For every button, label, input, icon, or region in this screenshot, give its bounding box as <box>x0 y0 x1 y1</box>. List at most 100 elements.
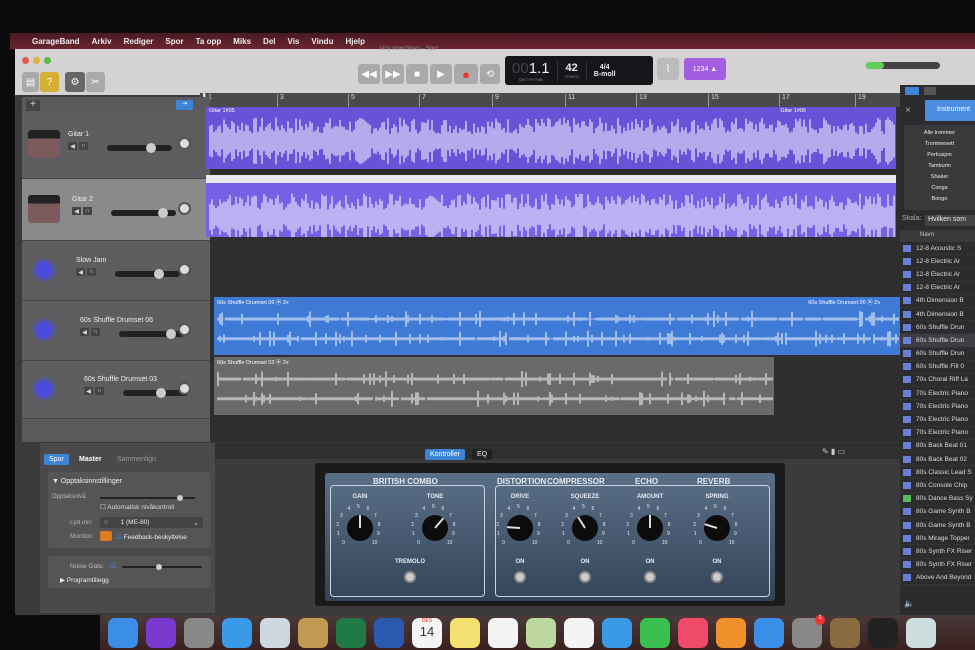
loop-item[interactable]: 80s Game Synth B <box>900 519 975 533</box>
mute-icon[interactable]: ◀ <box>72 207 81 215</box>
volume-thumb[interactable] <box>165 329 176 339</box>
loop-item[interactable]: 80s Console Chip <box>900 479 975 493</box>
recording-settings-header[interactable]: ▼ Opptaksinnstillinger <box>52 478 122 485</box>
name-column-header[interactable]: Navn <box>900 230 975 242</box>
launchpad-icon[interactable] <box>184 617 214 648</box>
spring-knob[interactable] <box>704 515 730 541</box>
loop-item[interactable]: 80s Mirage Topper <box>900 532 975 546</box>
add-track-button[interactable]: + <box>26 100 40 111</box>
excel-icon[interactable] <box>336 617 366 648</box>
volume-slider[interactable] <box>119 329 184 339</box>
noise-gate-checkbox[interactable]: ☑ <box>110 562 116 570</box>
region[interactable]: 60s Shuffle Drumset 06 ⦿ 2x 60s Shuffle D… <box>214 297 900 355</box>
compressor-switch[interactable] <box>579 571 591 583</box>
loop-item[interactable]: 4th Dimension B <box>900 308 975 322</box>
loop-item[interactable]: 80s Dance Bass Sy <box>900 493 975 506</box>
garageband-icon[interactable] <box>830 617 860 648</box>
loop-item[interactable]: 70s Electric Piano <box>900 427 975 440</box>
stop-button[interactable]: ■ <box>406 64 428 84</box>
category-item[interactable]: Conga <box>904 183 975 194</box>
amount-knob[interactable] <box>637 515 663 541</box>
loop-item[interactable]: 12-8 Electric Ar <box>900 255 975 269</box>
play-button[interactable]: ▶ <box>430 64 452 84</box>
cycle-button[interactable]: ⟲ <box>480 64 500 84</box>
loop-item[interactable]: Above And Beyond <box>900 572 975 585</box>
menu-rediger[interactable]: Rediger <box>124 37 154 46</box>
loop-item[interactable]: 4th Dimension B <box>900 295 975 308</box>
category-item[interactable]: Shaker <box>904 172 975 183</box>
tremolo-switch[interactable] <box>404 571 416 583</box>
ruler[interactable]: 135791113151719 <box>200 93 900 107</box>
loop-item[interactable]: 12-8 Electric Ar <box>900 268 975 282</box>
scale-select[interactable]: Hvilken som <box>925 215 975 226</box>
loop-item[interactable]: 80s Back Beat 01 <box>900 440 975 453</box>
library-button[interactable]: ▤ <box>22 72 39 92</box>
track-header[interactable]: 60s Shuffle Drumset 06 ◀ ∩ <box>22 301 210 361</box>
books-icon[interactable] <box>716 617 746 648</box>
category-item[interactable]: Tamburin <box>904 161 975 172</box>
record-button[interactable]: ● <box>454 64 478 84</box>
loop-item[interactable]: 70s Electric Piano <box>900 413 975 427</box>
volume-slider[interactable] <box>115 269 180 279</box>
gain-knob[interactable] <box>347 515 373 541</box>
safari-icon[interactable] <box>222 617 252 648</box>
instrument-filter-button[interactable]: Instrument <box>925 100 975 121</box>
loop-item[interactable]: 60s Shuffle Fill 0 <box>900 361 975 374</box>
category-item[interactable]: Bongo <box>904 194 975 205</box>
pan-knob[interactable] <box>178 263 191 276</box>
speaker-icon[interactable]: 🔈 <box>904 599 914 608</box>
loop-item[interactable]: 60s Shuffle Drun <box>900 321 975 335</box>
menu-garageband[interactable]: GarageBand <box>32 37 80 46</box>
category-item[interactable]: Trommesett <box>904 139 975 150</box>
loop-item[interactable]: 80s Classic Lead S <box>900 466 975 480</box>
tab-kontroller[interactable]: Kontroller <box>425 449 465 460</box>
menu-spor[interactable]: Spor <box>165 37 183 46</box>
mute-icon[interactable]: ◀ <box>76 268 85 276</box>
tone-knob[interactable] <box>422 515 448 541</box>
preview-icon[interactable] <box>260 617 290 648</box>
noise-gate-slider[interactable] <box>122 564 202 570</box>
region[interactable]: Gitar 1#05 Gitar 1#05 <box>206 107 896 169</box>
tuner-button[interactable]: ⌇ <box>657 58 679 80</box>
close-window-button[interactable] <box>22 57 29 64</box>
master-volume-slider[interactable] <box>866 62 940 69</box>
catch-playhead-button[interactable]: ⇥ <box>176 100 193 110</box>
loop-item[interactable]: 60s Shuffle Drun <box>900 334 975 348</box>
tab-eq[interactable]: EQ <box>472 449 493 460</box>
pan-knob[interactable] <box>178 202 191 215</box>
track-header[interactable]: Gitar 1 ◀ ∩ <box>22 111 210 179</box>
photos-icon[interactable] <box>564 617 594 648</box>
system-preferences-icon[interactable]: 1 <box>792 614 825 648</box>
menu-vis[interactable]: Vis <box>288 37 300 46</box>
tab-master[interactable]: Master <box>74 454 107 465</box>
category-item[interactable]: Alle trommer <box>904 128 975 139</box>
reminders-icon[interactable] <box>488 617 518 648</box>
pan-knob[interactable] <box>178 137 191 150</box>
loop-item[interactable]: 80s Game Synth B <box>900 506 975 519</box>
volume-thumb[interactable] <box>156 388 166 398</box>
edit-icons[interactable]: ✎ ▮ ▭ <box>822 447 845 456</box>
calendar-icon[interactable]: DES 14 <box>412 617 442 648</box>
loop-item[interactable]: 80s Synth FX Riser <box>900 559 975 572</box>
loop-item[interactable]: 70s Electric Piano <box>900 400 975 414</box>
menu-ta-opp[interactable]: Ta opp <box>196 37 222 46</box>
volume-thumb[interactable] <box>153 269 164 279</box>
category-item[interactable]: Perkusjon <box>904 150 975 161</box>
loop-item[interactable]: 80s Synth FX Riser <box>900 545 975 559</box>
drive-knob[interactable] <box>506 515 533 541</box>
column-view-button[interactable] <box>924 87 936 95</box>
headphones-icon[interactable]: ∩ <box>83 207 92 215</box>
menu-del[interactable]: Del <box>263 37 275 46</box>
loop-item[interactable]: 70s Choral Riff La <box>900 374 975 388</box>
menu-arkiv[interactable]: Arkiv <box>92 37 112 46</box>
region[interactable]: Gitar 2#05 Gitar 2#05 <box>206 175 896 237</box>
volume-thumb[interactable] <box>145 143 156 153</box>
image-capture-icon[interactable] <box>906 617 936 648</box>
feedback-checkbox[interactable]: ☑ Feedback-beskyttelse <box>116 533 187 541</box>
track-header[interactable]: 60s Shuffle Drumset 03 ◀ ∩ <box>22 361 210 419</box>
forward-button[interactable]: ▶▶ <box>382 64 404 84</box>
squeeze-knob[interactable] <box>572 515 598 541</box>
headphones-icon[interactable]: ∩ <box>87 268 96 276</box>
recording-level-slider[interactable] <box>100 495 195 501</box>
rewind-button[interactable]: ◀◀ <box>358 64 380 84</box>
